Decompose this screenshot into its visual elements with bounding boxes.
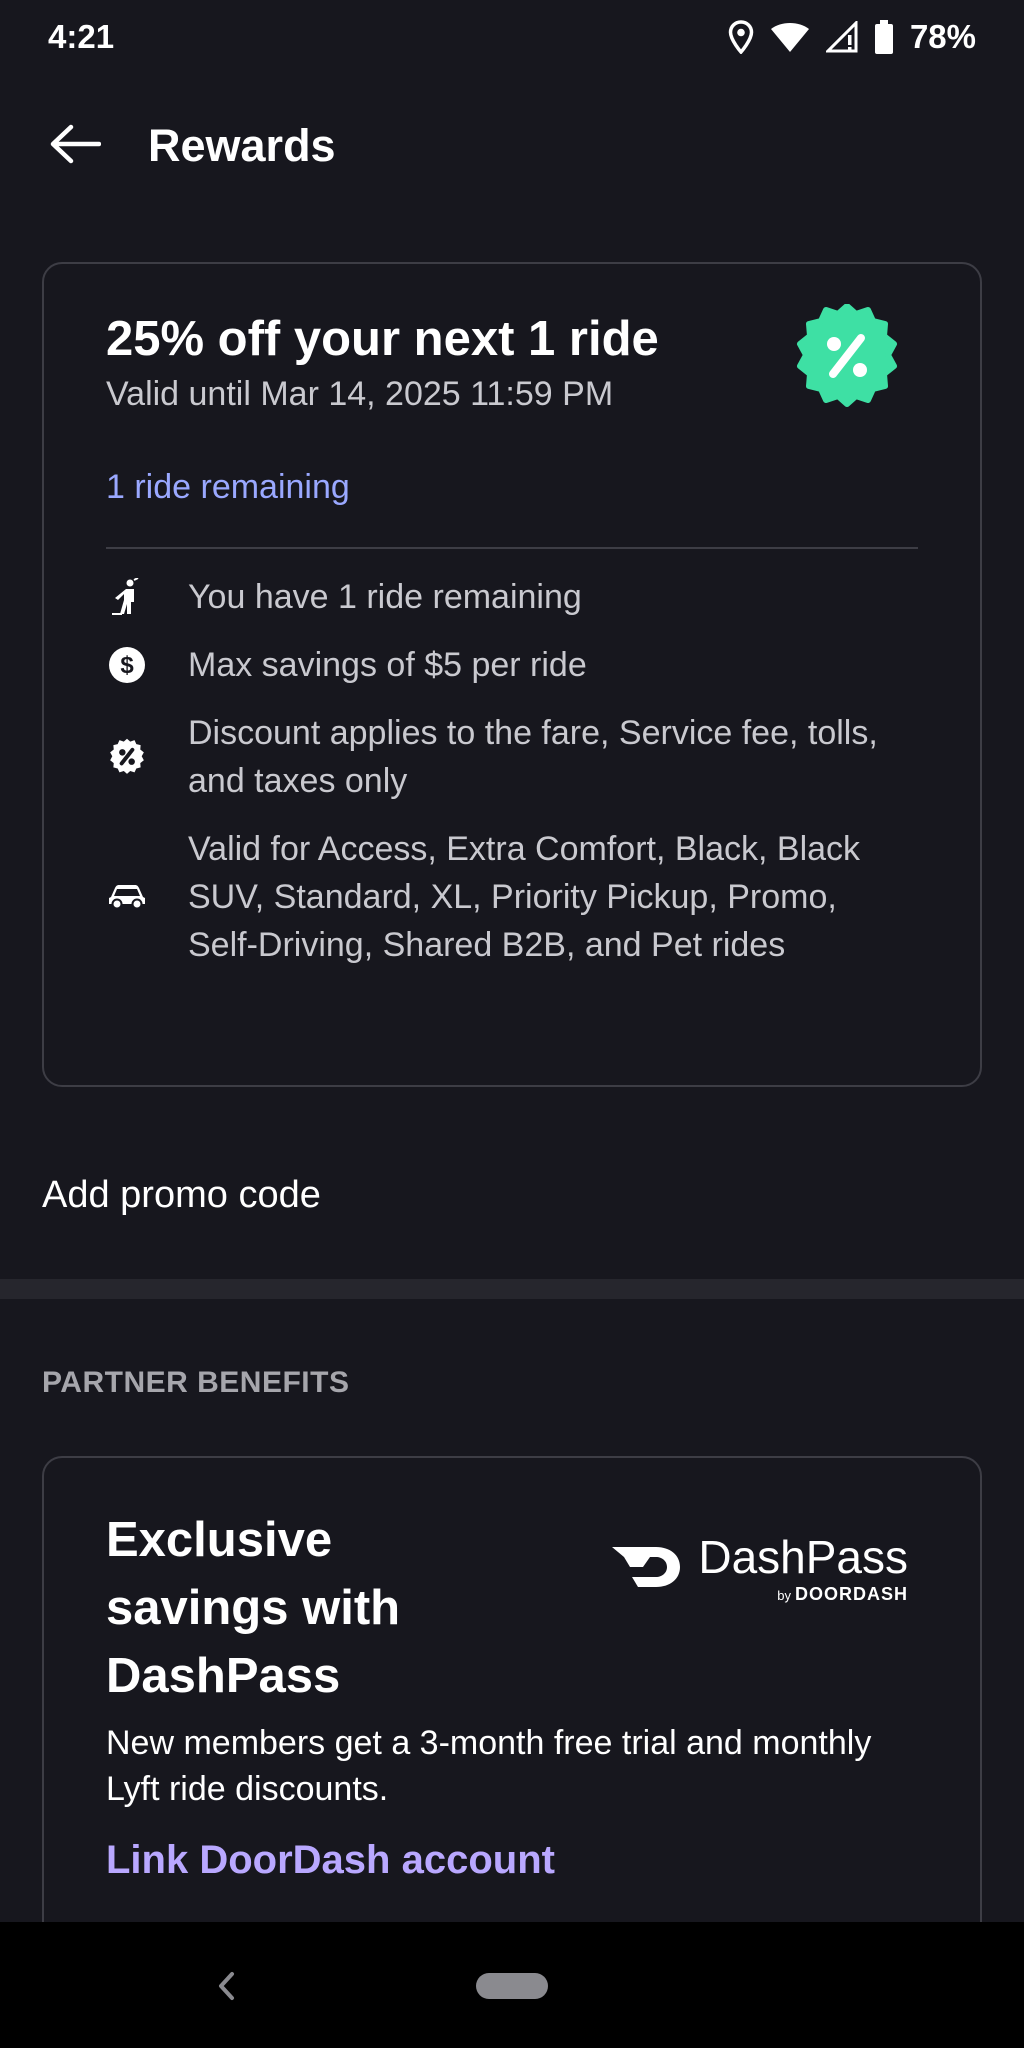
status-bar: 4:21 78% bbox=[0, 0, 1024, 74]
arrow-left-icon bbox=[49, 124, 102, 169]
divider bbox=[106, 546, 918, 549]
svg-text:$: $ bbox=[120, 652, 134, 679]
wifi-icon bbox=[770, 21, 810, 53]
partner-title: Exclusive savings with DashPass bbox=[106, 1513, 401, 1703]
section-divider bbox=[0, 1279, 1024, 1299]
signal-icon bbox=[825, 21, 858, 53]
logo-main-text: DashPass bbox=[698, 1531, 908, 1583]
detail-text: Valid for Access, Extra Comfort, Black, … bbox=[188, 829, 861, 964]
partner-description: New members get a 3-month free trial and… bbox=[106, 1724, 872, 1808]
list-item: You have 1 ride remaining bbox=[106, 573, 918, 621]
partner-benefits-heading: PARTNER BENEFITS bbox=[42, 1366, 350, 1399]
dollar-circle-icon: $ bbox=[106, 646, 148, 684]
logo-text: DashPass by DOORDASH bbox=[698, 1534, 908, 1605]
doordash-icon bbox=[610, 1545, 688, 1594]
status-icons: 78% bbox=[728, 18, 976, 56]
detail-text: Discount applies to the fare, Service fe… bbox=[188, 713, 878, 800]
detail-text: You have 1 ride remaining bbox=[188, 577, 582, 616]
rides-remaining-link[interactable]: 1 ride remaining bbox=[106, 468, 918, 507]
list-item: Discount applies to the fare, Service fe… bbox=[106, 709, 918, 805]
person-hailing-icon bbox=[106, 577, 148, 616]
car-icon bbox=[106, 884, 148, 910]
percent-badge-icon bbox=[106, 738, 148, 776]
logo-sub-text: by DOORDASH bbox=[777, 1584, 908, 1605]
logo-brand: DOORDASH bbox=[794, 1584, 908, 1604]
promo-label: Add promo code bbox=[42, 1173, 321, 1216]
list-item: $ Max savings of $5 per ride bbox=[106, 641, 918, 689]
system-nav-bar bbox=[0, 1922, 1024, 2048]
app-header: Rewards bbox=[0, 100, 1024, 192]
battery-percent: 78% bbox=[909, 18, 976, 55]
nav-back-icon[interactable] bbox=[212, 1966, 242, 2006]
rewards-screen: 4:21 78% Rewards 25% off your next 1 rid… bbox=[0, 0, 1024, 2048]
nav-home-button[interactable] bbox=[476, 1973, 548, 1999]
status-time: 4:21 bbox=[48, 18, 115, 55]
detail-text: Max savings of $5 per ride bbox=[188, 645, 587, 684]
link-doordash-account-button[interactable]: Link DoorDash account bbox=[106, 1838, 555, 1883]
logo-by: by bbox=[777, 1588, 791, 1603]
back-button[interactable] bbox=[46, 117, 104, 175]
percent-badge-icon bbox=[794, 303, 900, 410]
add-promo-code-button[interactable]: Add promo code bbox=[42, 1160, 982, 1230]
battery-icon bbox=[874, 20, 894, 54]
location-icon bbox=[728, 20, 754, 54]
page-title: Rewards bbox=[148, 120, 336, 171]
dashpass-logo: DashPass by DOORDASH bbox=[610, 1534, 908, 1605]
reward-details-list: You have 1 ride remaining $ Max savings … bbox=[106, 573, 918, 969]
reward-card[interactable]: 25% off your next 1 ride Valid until Mar… bbox=[42, 262, 982, 1087]
list-item: Valid for Access, Extra Comfort, Black, … bbox=[106, 825, 918, 969]
